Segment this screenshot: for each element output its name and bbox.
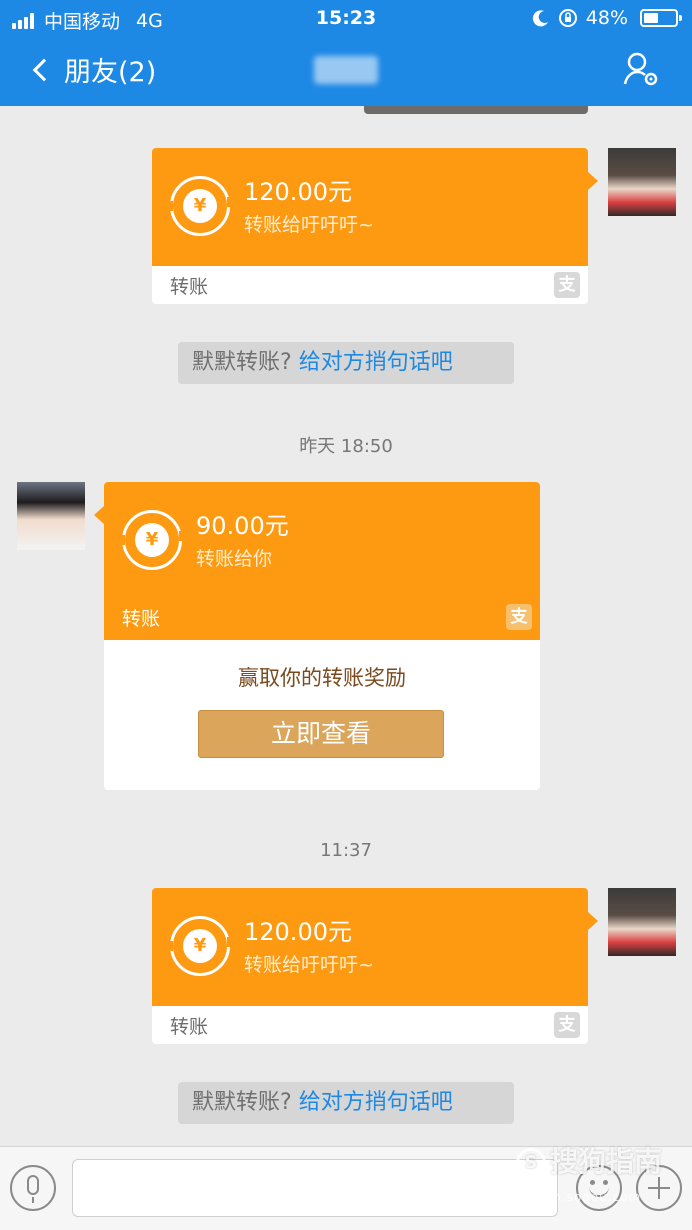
rotation-lock-icon	[558, 9, 577, 27]
alipay-icon: 支	[554, 272, 580, 298]
transfer-description: 转账给吁吁吁~	[244, 214, 374, 236]
transfer-coin-icon: ¥	[165, 916, 235, 976]
transfer-card[interactable]: ¥ 120.00元 转账给吁吁吁~ 转账 支	[152, 888, 598, 1044]
back-chevron-icon	[32, 58, 56, 81]
avatar[interactable]	[608, 888, 676, 956]
nav-bar: 朋友(2)	[0, 36, 692, 106]
transfer-coin-icon: ¥	[165, 176, 235, 236]
view-now-button[interactable]: 立即查看	[198, 710, 444, 758]
timestamp: 昨天 18:50	[299, 436, 393, 457]
back-button[interactable]: 朋友(2)	[30, 50, 156, 89]
avatar[interactable]	[608, 148, 676, 216]
transfer-description: 转账给吁吁吁~	[244, 954, 374, 976]
tip-prefix: 默默转账?	[192, 1090, 292, 1115]
tip-action-link[interactable]: 给对方捎句话吧	[299, 350, 453, 375]
microphone-icon[interactable]	[10, 1165, 56, 1211]
moon-icon	[532, 10, 548, 27]
alipay-icon: 支	[506, 604, 532, 630]
previous-image-message[interactable]	[364, 106, 588, 114]
leave-message-tip: 默默转账? 给对方捎句话吧	[178, 1082, 514, 1124]
alipay-icon: 支	[554, 1012, 580, 1038]
watermark: S 搜狗指南	[516, 1140, 662, 1180]
transfer-footer-label: 转账	[170, 276, 209, 298]
tip-action-link[interactable]: 给对方捎句话吧	[299, 1090, 453, 1115]
transfer-footer-label: 转账	[170, 1016, 209, 1038]
timestamp: 11:37	[320, 840, 372, 861]
watermark-logo: S	[516, 1148, 546, 1178]
watermark-url: zhinan.sogou.com	[516, 1190, 642, 1204]
back-label: 朋友(2)	[64, 57, 157, 88]
chat-title-blurred	[314, 56, 378, 84]
transfer-card[interactable]: ¥ 90.00元 转账给你 转账 支 赢取你的转账奖励 立即查看	[94, 482, 540, 790]
top-bar: 中国移动 4G 15:23 48% 朋友(2)	[0, 0, 692, 106]
transfer-footer-label: 转账	[122, 608, 161, 630]
transfer-amount: 120.00元	[244, 918, 352, 946]
transfer-amount: 120.00元	[244, 178, 352, 206]
transfer-amount: 90.00元	[196, 512, 289, 540]
promo-text: 赢取你的转账奖励	[238, 666, 406, 690]
chat-area[interactable]: ¥ 120.00元 转账给吁吁吁~ 转账 支 默默转账? 给对方捎句话吧 昨天 …	[0, 106, 692, 1146]
message-input[interactable]	[72, 1159, 558, 1217]
contact-settings-icon[interactable]	[622, 50, 662, 90]
battery-fill	[644, 13, 659, 23]
battery-icon	[640, 9, 682, 27]
avatar[interactable]	[17, 482, 85, 550]
transfer-coin-icon: ¥	[117, 510, 187, 570]
tip-prefix: 默默转账?	[192, 350, 292, 375]
transfer-card[interactable]: ¥ 120.00元 转账给吁吁吁~ 转账 支	[152, 148, 598, 304]
battery-percent: 48%	[585, 7, 628, 29]
transfer-description: 转账给你	[196, 548, 273, 570]
status-bar: 中国移动 4G 15:23 48%	[0, 0, 692, 36]
leave-message-tip: 默默转账? 给对方捎句话吧	[178, 342, 514, 384]
watermark-text: 搜狗指南	[550, 1145, 663, 1178]
